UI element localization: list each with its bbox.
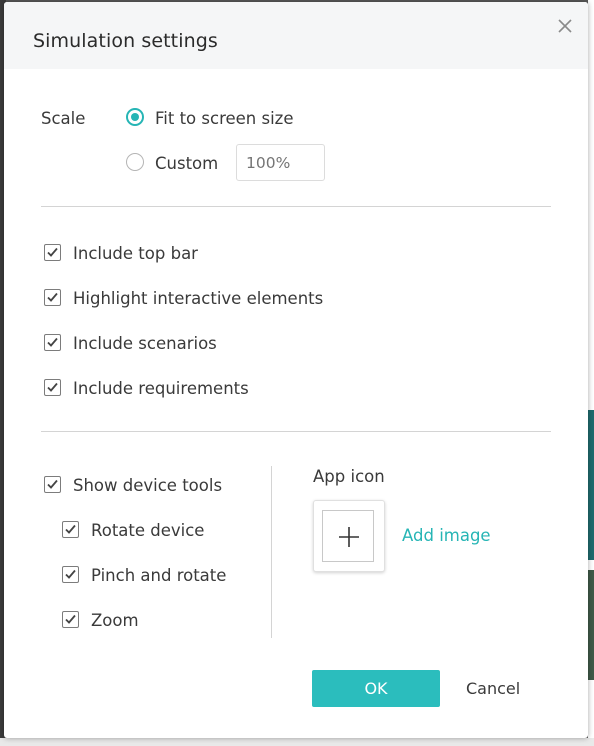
- app-icon-preview: [313, 500, 385, 572]
- add-image-link[interactable]: Add image: [402, 526, 491, 545]
- pinch-and-rotate-label[interactable]: Pinch and rotate: [91, 566, 226, 585]
- background-app-right: [588, 0, 594, 746]
- show-device-tools-label[interactable]: Show device tools: [73, 476, 222, 495]
- pinch-and-rotate-checkbox[interactable]: [62, 566, 79, 583]
- include-requirements-checkbox[interactable]: [44, 379, 61, 396]
- include-scenarios-label[interactable]: Include scenarios: [73, 334, 217, 353]
- background-panel: [588, 410, 594, 560]
- background-app-bottom: [0, 738, 594, 746]
- close-icon[interactable]: [555, 16, 575, 36]
- plus-icon: [339, 527, 359, 547]
- custom-scale-input[interactable]: [236, 144, 325, 181]
- custom-radio[interactable]: [126, 153, 144, 171]
- dialog-header: Simulation settings: [4, 2, 588, 69]
- rotate-device-checkbox[interactable]: [62, 521, 79, 538]
- zoom-checkbox[interactable]: [62, 611, 79, 628]
- divider: [41, 431, 551, 432]
- include-requirements-label[interactable]: Include requirements: [73, 379, 249, 398]
- highlight-interactive-checkbox[interactable]: [44, 289, 61, 306]
- include-scenarios-checkbox[interactable]: [44, 334, 61, 351]
- show-device-tools-checkbox[interactable]: [44, 476, 61, 493]
- ok-button[interactable]: OK: [312, 670, 440, 707]
- zoom-label[interactable]: Zoom: [91, 611, 139, 630]
- divider: [41, 206, 551, 207]
- custom-label[interactable]: Custom: [155, 154, 218, 173]
- simulation-settings-dialog: Simulation settings Scale Fit to screen …: [4, 2, 588, 738]
- include-top-bar-checkbox[interactable]: [44, 244, 61, 261]
- fit-to-screen-label[interactable]: Fit to screen size: [155, 109, 294, 128]
- background-panel: [588, 570, 594, 680]
- app-icon-label: App icon: [313, 467, 385, 486]
- fit-to-screen-radio[interactable]: [126, 108, 144, 126]
- add-icon-button[interactable]: [322, 510, 374, 562]
- highlight-interactive-label[interactable]: Highlight interactive elements: [73, 289, 323, 308]
- scale-label: Scale: [41, 109, 86, 128]
- rotate-device-label[interactable]: Rotate device: [91, 521, 204, 540]
- include-top-bar-label[interactable]: Include top bar: [73, 244, 198, 263]
- dialog-title: Simulation settings: [33, 30, 218, 52]
- vertical-divider: [271, 466, 272, 638]
- cancel-button[interactable]: Cancel: [466, 679, 520, 698]
